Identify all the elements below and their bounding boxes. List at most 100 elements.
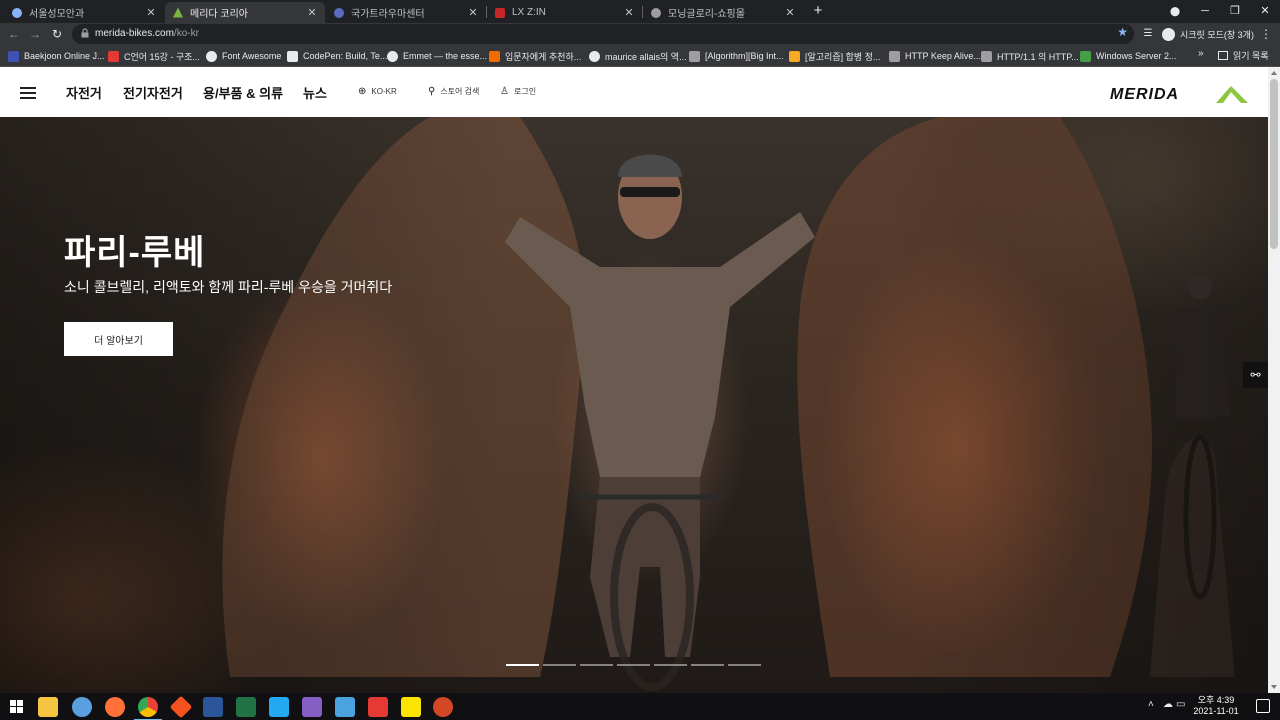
bookmark-star-icon[interactable]: ★	[1117, 25, 1128, 39]
reading-list-icon	[1218, 51, 1228, 60]
chrome-icon[interactable]	[134, 697, 162, 720]
powerpoint-icon[interactable]	[433, 697, 453, 717]
tab-2[interactable]: 메리다 코리아 ✕	[165, 2, 325, 23]
tray-chevron-icon[interactable]: ˄	[1148, 699, 1154, 710]
carousel-dot[interactable]	[654, 664, 687, 666]
nav-parts-apparel[interactable]: 용/부품 & 의류	[203, 83, 283, 102]
hamburger-menu-icon[interactable]	[20, 87, 36, 99]
bookmark-item[interactable]: Baekjoon Online J...	[8, 49, 105, 63]
network-icon[interactable]: ▭	[1176, 699, 1185, 710]
carousel-dot[interactable]	[506, 664, 539, 666]
tab-close-icon[interactable]: ✕	[624, 6, 634, 19]
carousel-dot[interactable]	[543, 664, 576, 666]
tab-title: LX Z:IN	[512, 7, 546, 18]
locale-selector[interactable]: ⊕ KO-KR	[358, 86, 397, 97]
tab-favicon-icon	[495, 7, 505, 18]
pinned-app-2-icon[interactable]	[335, 697, 355, 717]
minimize-button[interactable]: ─	[1190, 0, 1220, 22]
bookmark-item[interactable]: Windows Server 2...	[1080, 49, 1177, 63]
tab-close-icon[interactable]: ✕	[468, 6, 478, 19]
tab-strip: 서울성모안과 ✕ 메리다 코리아 ✕ 국가트라우마센터 ✕ LX Z:IN ✕ …	[0, 0, 1280, 23]
bookmark-item[interactable]: CodePen: Build, Te...	[287, 49, 387, 63]
file-explorer-icon[interactable]	[38, 697, 58, 717]
bookmark-item[interactable]: maurice allais의 역...	[589, 49, 687, 63]
close-window-button[interactable]: ✕	[1250, 0, 1280, 22]
tab-title: 서울성모안과	[29, 9, 85, 20]
hero-subtitle: 소니 콜브렐리, 리액토와 함께 파리-루베 우승을 거머쥐다	[64, 279, 393, 295]
bookmarks-overflow-button[interactable]: »	[1198, 48, 1204, 59]
store-search-link[interactable]: ⚲ 스토어 검색	[428, 86, 479, 97]
share-icon[interactable]: ⚯	[1243, 362, 1268, 388]
restore-button[interactable]: ❐	[1220, 0, 1250, 22]
forward-icon[interactable]: →	[26, 25, 44, 43]
bookmark-item[interactable]: Emmet — the esse...	[387, 49, 487, 63]
bookmark-item[interactable]: Font Awesome	[206, 49, 281, 63]
bookmark-item[interactable]: [알고리즘] 합병 정...	[789, 49, 880, 63]
bookmark-item[interactable]: HTTP Keep Alive...	[889, 49, 981, 63]
tab-favicon-icon	[334, 7, 344, 18]
tab-3[interactable]: 국가트라우마센터 ✕	[326, 2, 486, 23]
web-viewport: 자전거 전기자전거 용/부품 & 의류 뉴스 ⊕ KO-KR ⚲ 스토어 검색 ♙ 로…	[0, 67, 1268, 693]
reading-list-button[interactable]: 읽기 목록	[1218, 49, 1269, 62]
visual-studio-icon[interactable]	[302, 697, 322, 717]
menu-icon[interactable]: ⋮	[1258, 26, 1274, 42]
nav-e-bikes[interactable]: 전기자전거	[123, 83, 183, 102]
bookmark-item[interactable]: C언어 15강 - 구조...	[108, 49, 200, 63]
nav-news[interactable]: 뉴스	[303, 83, 327, 102]
new-tab-button[interactable]: +	[809, 2, 827, 20]
lock-icon	[81, 28, 89, 38]
page-scrollbar[interactable]	[1268, 67, 1280, 693]
pinned-app-icon[interactable]	[72, 697, 92, 717]
learn-more-button[interactable]: 더 알아보기	[64, 322, 173, 356]
incognito-indicator[interactable]: 시크릿 모드(창 3개)	[1162, 26, 1254, 42]
tab-favicon-icon	[12, 7, 22, 18]
bookmark-item[interactable]: HTTP/1.1 의 HTTP...	[981, 49, 1079, 63]
reading-queue-icon[interactable]: ☰	[1140, 26, 1156, 42]
scroll-up-icon[interactable]	[1271, 71, 1277, 75]
nav-bikes[interactable]: 자전거	[66, 83, 102, 102]
carousel-dot[interactable]	[617, 664, 650, 666]
vscode-icon[interactable]	[269, 697, 289, 717]
tab-4[interactable]: LX Z:IN ✕	[487, 2, 642, 23]
onedrive-icon[interactable]: ☁	[1163, 699, 1173, 710]
windows-start-icon[interactable]	[10, 700, 23, 713]
word-icon[interactable]	[203, 697, 223, 717]
bookmarks-bar: Baekjoon Online J... C언어 15강 - 구조... Fon…	[0, 45, 1280, 67]
tab-close-icon[interactable]: ✕	[146, 6, 156, 19]
tab-5[interactable]: 모닝글로리-쇼핑몰 ✕	[643, 2, 803, 23]
login-link[interactable]: ♙ 로그인	[500, 86, 536, 97]
scroll-thumb[interactable]	[1270, 79, 1278, 249]
tab-title: 국가트라우마센터	[351, 9, 425, 20]
tab-close-icon[interactable]: ✕	[785, 6, 795, 19]
address-bar[interactable]: merida-bikes.com/ko-kr ★	[72, 24, 1134, 44]
browser-toolbar: ← → ↻ merida-bikes.com/ko-kr ★ ☰ 시크릿 모드(…	[0, 23, 1280, 45]
merida-logo[interactable]: MERIDA	[1110, 84, 1250, 104]
excel-icon[interactable]	[236, 697, 256, 717]
tab-title: 모닝글로리-쇼핑몰	[668, 9, 745, 20]
bookmark-item[interactable]: [Algorithm][Big Int...	[689, 49, 784, 63]
carousel-dot[interactable]	[691, 664, 724, 666]
carousel-dot[interactable]	[728, 664, 761, 666]
tab-1[interactable]: 서울성모안과 ✕	[4, 2, 164, 23]
globe-icon: ⊕	[358, 86, 367, 97]
tab-search-icon[interactable]: ⬤	[1160, 0, 1190, 22]
merida-favicon-icon	[173, 7, 183, 18]
git-icon[interactable]	[169, 695, 193, 719]
tab-close-icon[interactable]: ✕	[307, 6, 317, 19]
windows-taskbar: ˄ ☁ ▭ 오후 4:39 2021-11-01	[0, 693, 1280, 720]
system-clock[interactable]: 오후 4:39 2021-11-01	[1186, 695, 1246, 717]
svg-text:MERIDA: MERIDA	[1110, 86, 1179, 103]
acrobat-icon[interactable]	[368, 697, 388, 717]
kakaotalk-icon[interactable]	[401, 697, 421, 717]
hero-banner: 파리-루베 소니 콜브렐리, 리액토와 함께 파리-루베 우승을 거머쥐다 더 …	[0, 117, 1268, 693]
site-header: 자전거 전기자전거 용/부품 & 의류 뉴스 ⊕ KO-KR ⚲ 스토어 검색 ♙ 로…	[0, 67, 1268, 117]
carousel-dot[interactable]	[580, 664, 613, 666]
scroll-down-icon[interactable]	[1271, 685, 1277, 689]
tab-title: 메리다 코리아	[190, 9, 248, 20]
notification-icon[interactable]	[1256, 699, 1270, 713]
reload-icon[interactable]: ↻	[48, 25, 66, 43]
incognito-icon	[1162, 27, 1175, 41]
firefox-icon[interactable]	[105, 697, 125, 717]
bookmark-item[interactable]: 입문자에게 추천하...	[489, 49, 581, 63]
back-icon[interactable]: ←	[5, 25, 23, 43]
